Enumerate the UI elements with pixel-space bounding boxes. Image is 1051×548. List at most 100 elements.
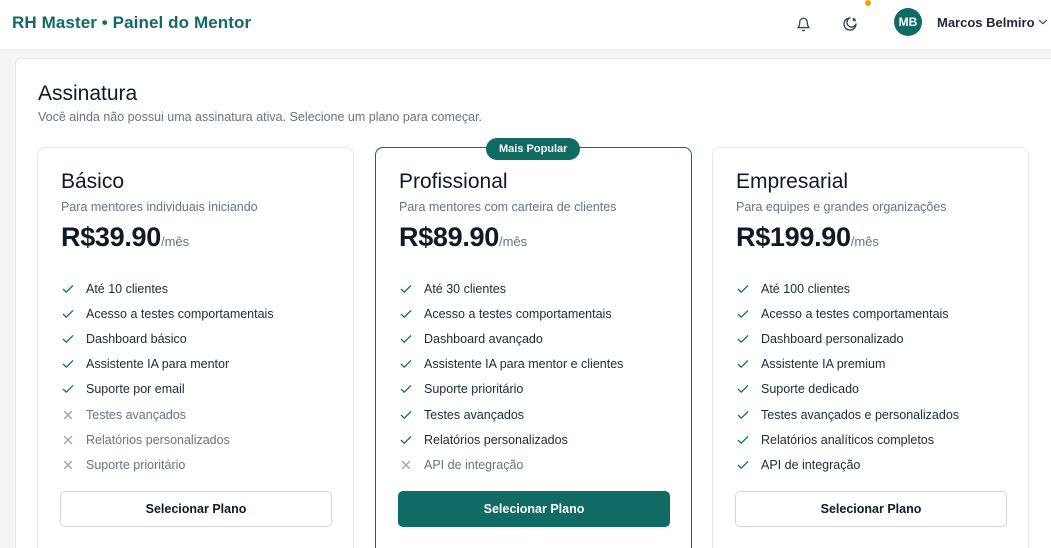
check-icon: [737, 360, 749, 369]
feature-item: Até 30 clientes: [399, 276, 623, 301]
price-period: /mês: [160, 234, 190, 249]
select-plan-button[interactable]: Selecionar Plano: [398, 491, 670, 527]
feature-item: Testes avançados e personalizados: [736, 402, 959, 427]
feature-text: Relatórios analíticos completos: [761, 432, 934, 447]
price-period: /mês: [498, 234, 528, 249]
check-icon: [400, 284, 412, 293]
feature-item: Acesso a testes comportamentais: [736, 301, 959, 326]
feature-item: Suporte dedicado: [736, 377, 959, 402]
feature-text: Testes avançados: [86, 407, 187, 422]
avatar[interactable]: MB: [894, 8, 922, 36]
plan-price: R$199.90/mês: [736, 222, 879, 253]
plan-card-profissional: Mais Popular Profissional Para mentores …: [375, 138, 692, 548]
plan-name: Empresarial: [736, 170, 849, 193]
plan-card-basico: Básico Para mentores individuais inician…: [37, 147, 354, 548]
check-icon: [737, 461, 749, 469]
check-icon: [400, 309, 412, 318]
feature-item: Dashboard personalizado: [736, 326, 959, 351]
feature-item: Até 100 clientes: [736, 276, 959, 301]
feature-item: Dashboard básico: [61, 326, 274, 351]
feature-text: Acesso a testes comportamentais: [424, 306, 612, 321]
check-icon: [400, 385, 412, 394]
x-icon: [63, 435, 73, 444]
check-icon: [737, 435, 749, 444]
feature-text: Acesso a testes comportamentais: [761, 306, 949, 321]
check-icon: [737, 309, 749, 318]
feature-text: API de integração: [761, 457, 861, 472]
select-plan-button[interactable]: Selecionar Plano: [735, 491, 1007, 527]
feature-item: Testes avançados: [399, 402, 623, 427]
plan-description: Para mentores individuais iniciando: [61, 200, 258, 214]
feature-text: Suporte prioritário: [86, 457, 186, 472]
moon-sun-icon: [843, 17, 857, 31]
user-name[interactable]: Marcos Belmiro: [937, 15, 1035, 30]
feature-text: Dashboard personalizado: [761, 331, 904, 346]
feature-item: Acesso a testes comportamentais: [61, 301, 274, 326]
check-icon: [400, 435, 412, 444]
feature-text: API de integração: [424, 457, 524, 472]
x-icon: [63, 410, 73, 419]
check-icon: [400, 360, 412, 369]
page-subtitle: Você ainda não possui uma assinatura ati…: [38, 110, 483, 124]
feature-text: Até 100 clientes: [761, 281, 850, 296]
plan-description: Para equipes e grandes organizações: [736, 200, 947, 214]
check-icon: [400, 410, 412, 419]
feature-text: Acesso a testes comportamentais: [86, 306, 274, 321]
check-icon: [737, 385, 749, 394]
feature-item: Relatórios personalizados: [399, 427, 623, 452]
check-icon: [400, 335, 412, 343]
feature-item: Assistente IA premium: [736, 352, 959, 377]
feature-text: Assistente IA para mentor e clientes: [424, 357, 624, 372]
price-value: R$89.90: [399, 222, 499, 252]
check-icon: [737, 284, 749, 293]
check-icon: [62, 309, 74, 318]
feature-item: Até 10 clientes: [61, 276, 274, 301]
feature-list: Até 30 clientes Acesso a testes comportam…: [399, 276, 623, 478]
notification-dot: [865, 0, 871, 6]
feature-text: Suporte dedicado: [761, 382, 859, 397]
feature-text: Testes avançados: [424, 407, 525, 422]
check-icon: [737, 410, 749, 419]
feature-text: Suporte prioritário: [424, 382, 524, 397]
popular-badge: Mais Popular: [486, 138, 581, 160]
page-title: Assinatura: [38, 82, 138, 105]
feature-text: Suporte por email: [86, 382, 185, 397]
check-icon: [62, 385, 74, 394]
theme-toggle-button[interactable]: [837, 11, 863, 37]
plan-price: R$39.90/mês: [61, 222, 189, 253]
plan-name: Básico: [61, 170, 125, 193]
feature-item: Acesso a testes comportamentais: [399, 301, 623, 326]
check-icon: [737, 335, 749, 343]
x-icon: [63, 460, 73, 470]
check-icon: [62, 360, 74, 369]
price-period: /mês: [850, 234, 879, 249]
feature-item: API de integração: [399, 452, 623, 477]
feature-list: Até 100 clientes Acesso a testes comporta…: [736, 276, 959, 478]
feature-text: Dashboard avançado: [424, 331, 543, 346]
feature-text: Testes avançados e personalizados: [761, 407, 960, 422]
feature-text: Dashboard básico: [86, 331, 187, 346]
feature-item: Dashboard avançado: [399, 326, 623, 351]
chevron-down-icon[interactable]: [1036, 15, 1050, 29]
price-value: R$199.90: [736, 222, 851, 252]
feature-text: Assistente IA para mentor: [86, 357, 230, 372]
feature-text: Até 10 clientes: [86, 281, 168, 296]
check-icon: [62, 284, 74, 293]
feature-item: Assistente IA para mentor: [61, 352, 274, 377]
select-plan-button[interactable]: Selecionar Plano: [60, 491, 332, 527]
x-icon: [401, 460, 411, 470]
notifications-button[interactable]: [790, 11, 816, 37]
plan-price: R$89.90/mês: [399, 222, 527, 253]
top-bar: RH Master • Painel do Mentor MB Marcos B…: [0, 0, 1051, 50]
feature-item: Assistente IA para mentor e clientes: [399, 352, 623, 377]
price-value: R$39.90: [61, 222, 161, 252]
app-title: RH Master • Painel do Mentor: [12, 13, 252, 32]
plan-description: Para mentores com carteira de clientes: [399, 200, 617, 214]
feature-text: Relatórios personalizados: [86, 432, 230, 447]
feature-item: Testes avançados: [61, 402, 274, 427]
bell-icon: [796, 17, 810, 31]
feature-item: Relatórios analíticos completos: [736, 427, 959, 452]
feature-text: Assistente IA premium: [761, 357, 886, 372]
feature-item: Suporte por email: [61, 377, 274, 402]
feature-item: Relatórios personalizados: [61, 427, 274, 452]
